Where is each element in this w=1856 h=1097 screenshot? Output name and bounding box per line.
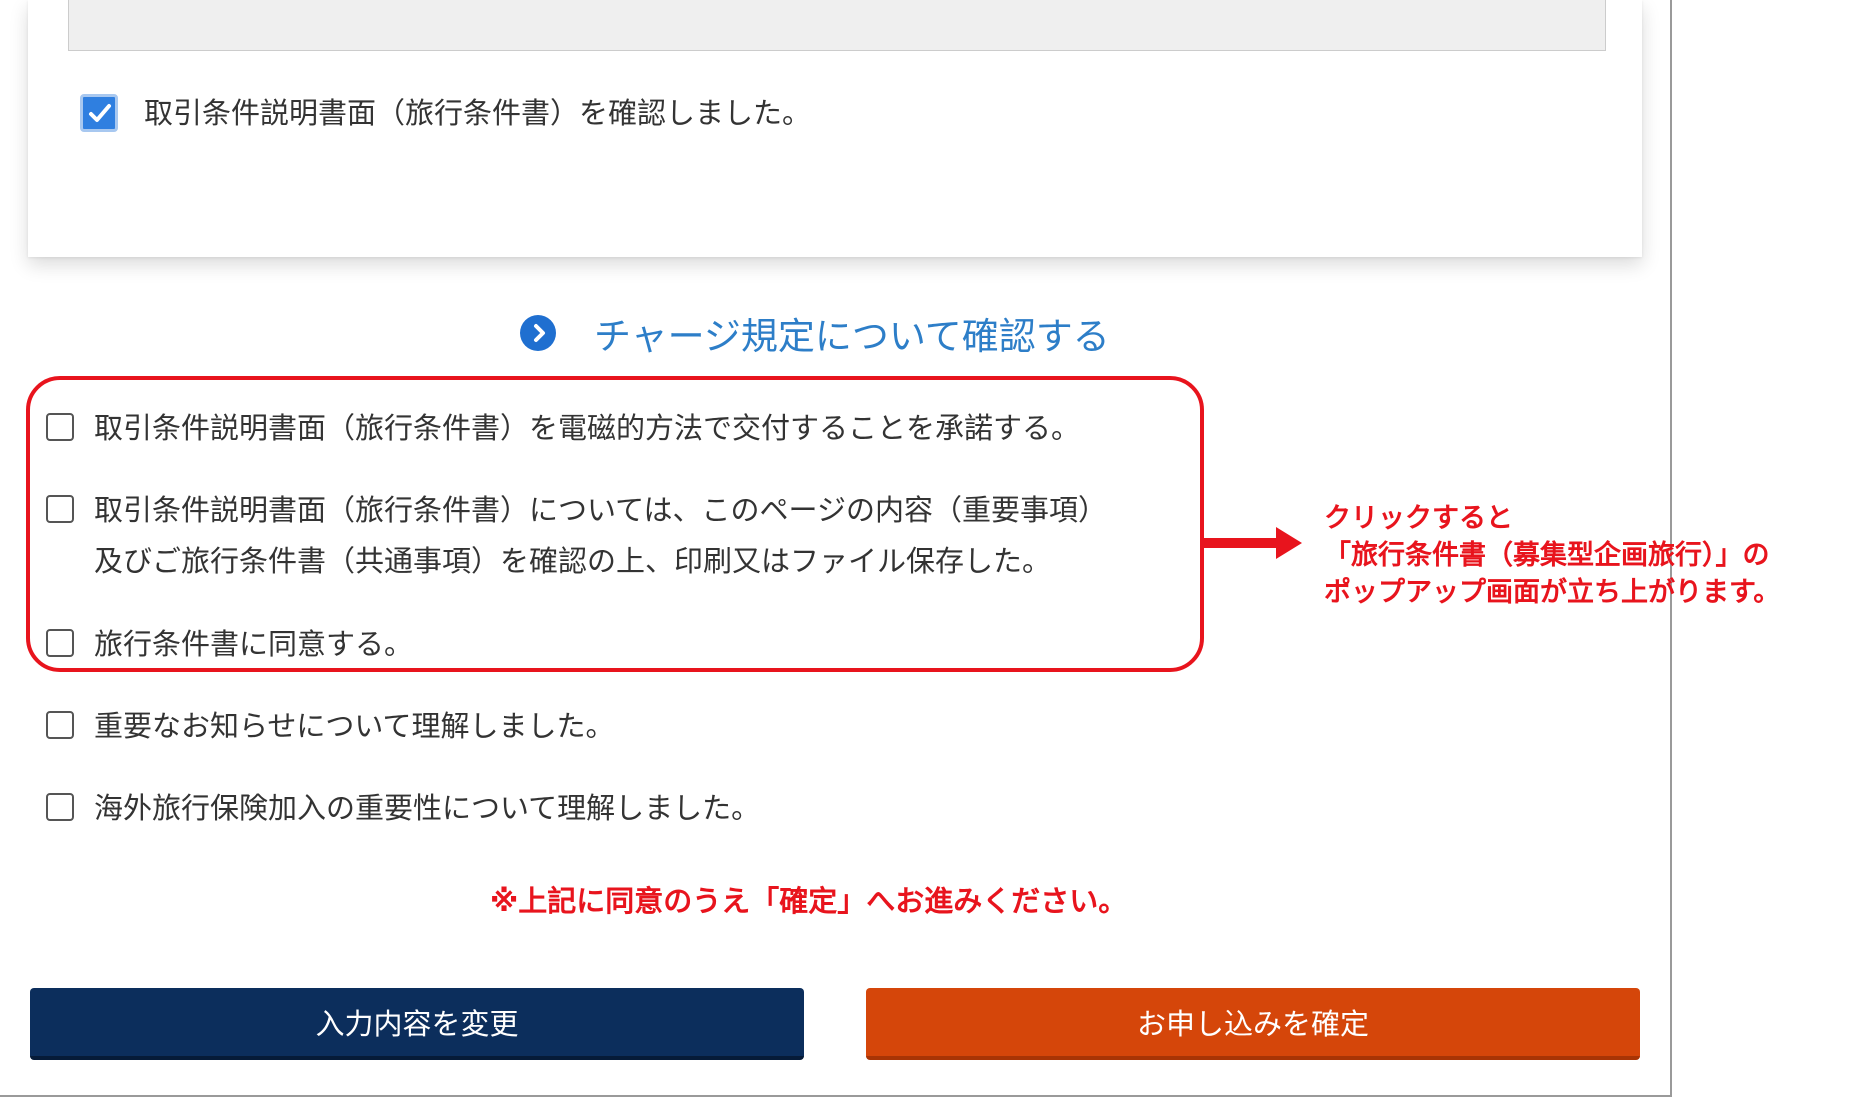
confirmation-checkbox[interactable] [80,94,118,132]
terms-card: 取引条件説明書面（旅行条件書）を確認しました。 [28,0,1642,257]
consent-checkbox-insurance[interactable] [46,793,74,821]
consent-checkbox-electronic[interactable] [46,413,74,441]
consent-checkbox-notice[interactable] [46,711,74,739]
change-input-button[interactable]: 入力内容を変更 [30,988,804,1060]
chevron-right-circle-icon [520,315,556,351]
consent-checkbox-printed[interactable] [46,495,74,523]
charge-rules-link[interactable]: チャージ規定について確認する [520,305,1110,361]
terms-scroll-box[interactable] [68,0,1606,51]
confirm-application-button[interactable]: お申し込みを確定 [866,988,1640,1060]
confirmation-label: 取引条件説明書面（旅行条件書）を確認しました。 [144,96,812,130]
checkmark-icon [89,104,111,122]
change-input-button-label: 入力内容を変更 [315,1007,519,1041]
annotation-line: クリックすると [1324,503,1513,534]
notice-text: ※上記に同意のうえ「確定」へお進みください。 [490,884,1128,918]
annotation-text: クリックすると 「旅行条件書（募集型企画旅行）」の ポップアップ画面が立ち上がり… [1324,500,1780,611]
consent-label-printed-line2: 及びご旅行条件書（共通事項）を確認の上、印刷又はファイル保存した。 [94,544,1052,578]
annotation-line: ポップアップ画面が立ち上がります。 [1324,577,1781,608]
confirm-application-button-label: お申し込みを確定 [1136,1007,1369,1041]
consent-label-notice: 重要なお知らせについて理解しました。 [94,709,615,743]
consent-checkbox-agree[interactable] [46,629,74,657]
consent-label-printed-line1: 取引条件説明書面（旅行条件書）については、このページの内容（重要事項） [94,493,1107,527]
annotation-line: 「旅行条件書（募集型企画旅行）」の [1324,540,1770,571]
arrow-right-icon [1204,527,1302,559]
charge-rules-link-label: チャージ規定について確認する [594,315,1110,358]
consent-label-electronic: 取引条件説明書面（旅行条件書）を電磁的方法で交付することを承諾する。 [94,411,1081,445]
consent-label-agree: 旅行条件書に同意する。 [94,627,414,661]
consent-label-insurance: 海外旅行保険加入の重要性について理解しました。 [94,791,761,825]
